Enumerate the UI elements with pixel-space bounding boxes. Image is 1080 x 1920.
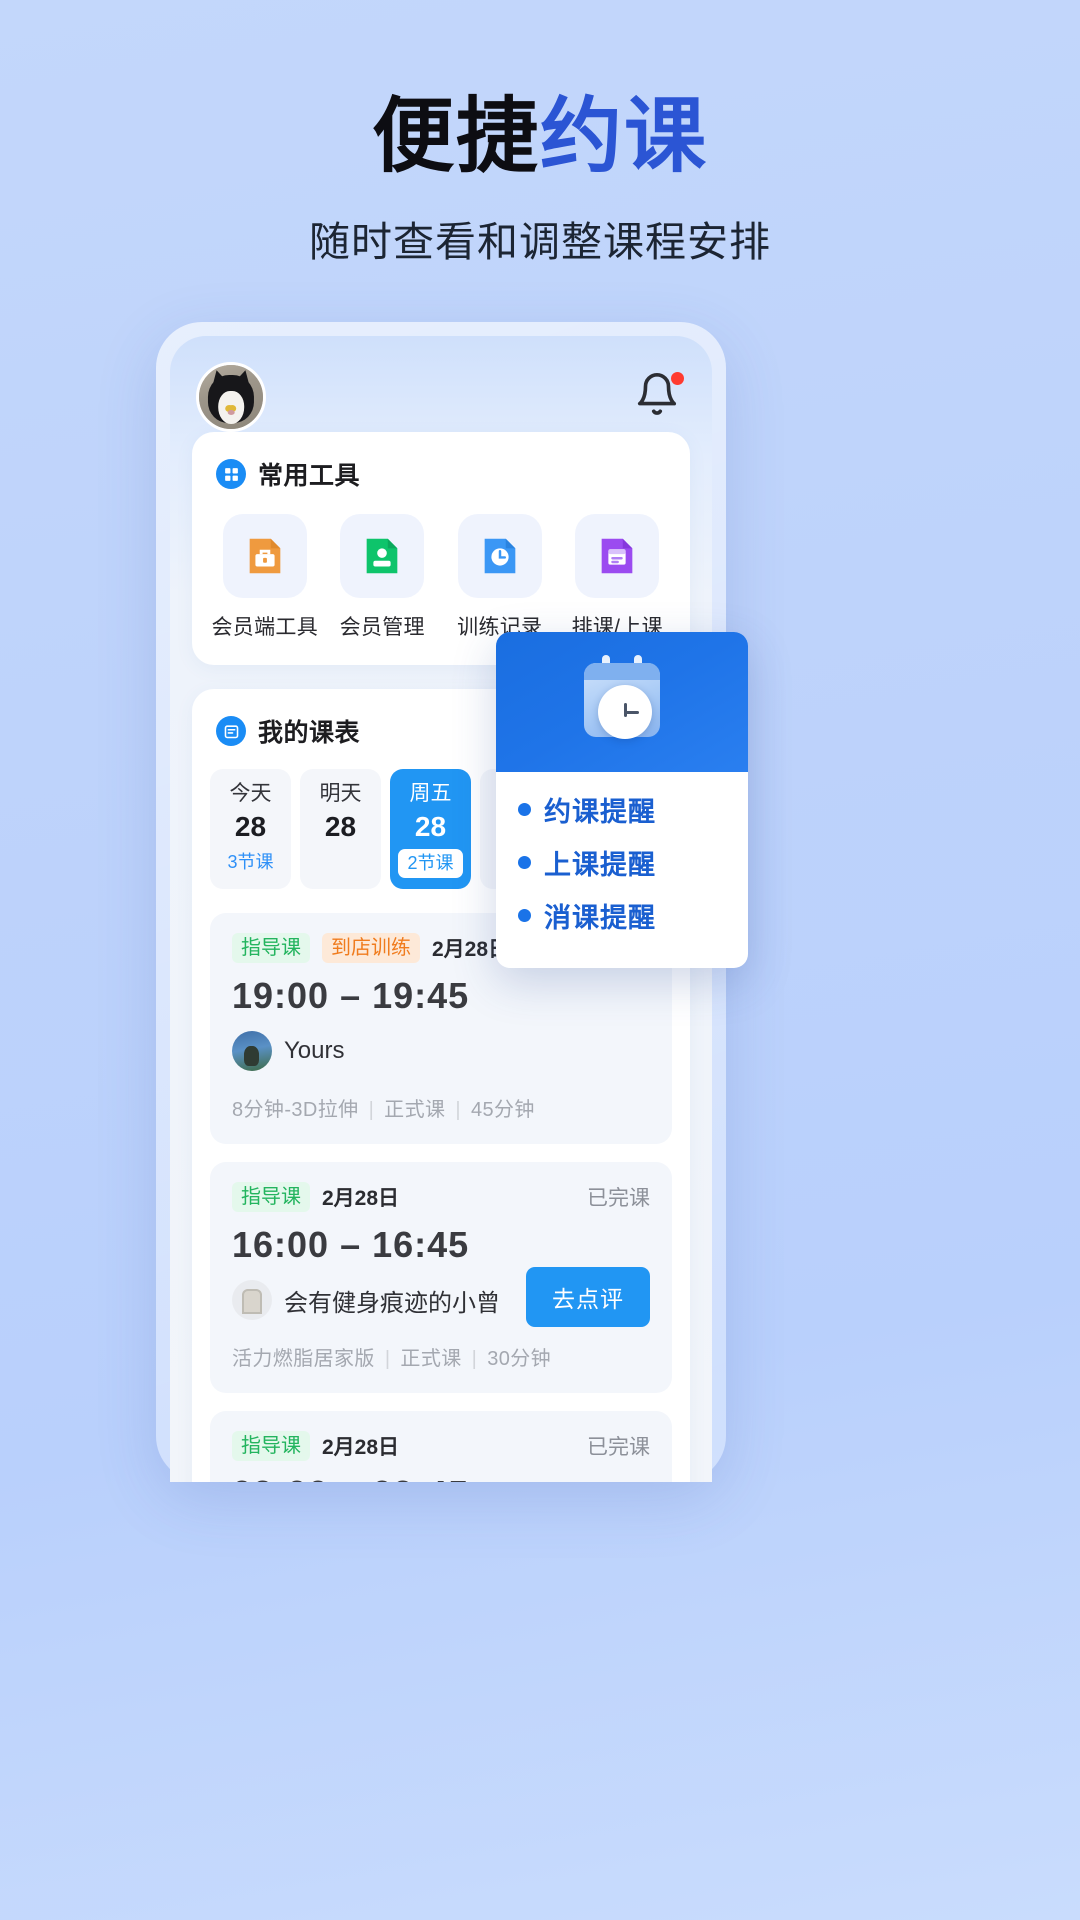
clock-hand-minute bbox=[625, 711, 639, 714]
lesson-course-name: 活力燃脂居家版 bbox=[232, 1348, 375, 1371]
lesson-duration: 45分钟 bbox=[470, 1099, 535, 1122]
coach-avatar bbox=[232, 1280, 272, 1321]
bullet-dot-icon bbox=[518, 803, 531, 816]
page-subtitle: 随时查看和调整课程安排 bbox=[309, 219, 771, 265]
schedule-card-title: 我的课表 bbox=[258, 719, 361, 747]
date-tab-today[interactable]: 今天 28 3节课 bbox=[210, 769, 291, 890]
coach-avatar bbox=[232, 1031, 272, 1072]
date-tab-weekday: 今天 bbox=[229, 782, 272, 805]
lesson-badge-mode: 到店训练 bbox=[322, 933, 420, 964]
promo-header bbox=[496, 632, 748, 772]
page-title-accent: 约课 bbox=[540, 91, 709, 182]
lesson-header: 指导课 2月28日 已完课 bbox=[232, 1431, 650, 1462]
tool-tile bbox=[457, 514, 542, 598]
date-tab-day: 28 bbox=[234, 811, 267, 843]
lesson-course-name: 8分钟-3D拉伸 bbox=[232, 1099, 359, 1122]
lesson-coach: Yours bbox=[232, 1031, 650, 1072]
tool-item-training-record[interactable]: 训练记录 bbox=[441, 514, 559, 641]
lesson-duration: 30分钟 bbox=[487, 1348, 552, 1371]
member-card-icon bbox=[366, 538, 398, 574]
lesson-course-type: 正式课 bbox=[384, 1099, 446, 1122]
notification-bell-icon[interactable] bbox=[634, 371, 686, 423]
page-title: 便捷约课 bbox=[0, 96, 1080, 178]
promo-item-label: 消课提醒 bbox=[544, 903, 656, 933]
cat-face bbox=[218, 390, 244, 424]
lesson-header: 指导课 2月28日 已完课 bbox=[232, 1182, 650, 1213]
coach-name: 会有健身痕迹的小曾 bbox=[284, 1289, 500, 1317]
meta-separator: | bbox=[384, 1348, 391, 1371]
notification-badge-dot bbox=[671, 372, 684, 385]
tool-item-member-client[interactable]: 会员端工具 bbox=[206, 514, 324, 641]
tool-tile bbox=[575, 514, 660, 598]
cat-nose bbox=[227, 409, 235, 415]
grid-apps-icon bbox=[216, 459, 246, 489]
lesson-time: 09:00 – 09:45 bbox=[232, 1473, 650, 1482]
bullet-dot-icon bbox=[518, 856, 531, 869]
promo-item-cancel-reminder: 消课提醒 bbox=[518, 896, 748, 935]
tool-tile bbox=[340, 514, 425, 598]
coach-name: Yours bbox=[284, 1037, 345, 1065]
lesson-date: 2月28日 bbox=[322, 1187, 400, 1211]
go-review-button[interactable]: 去点评 bbox=[526, 1267, 650, 1328]
promo-popup: 约课提醒 上课提醒 消课提醒 bbox=[496, 632, 748, 968]
lesson-badge-type: 指导课 bbox=[232, 1182, 310, 1213]
date-tab-weekday: 明天 bbox=[319, 782, 362, 805]
tool-label: 会员管理 bbox=[339, 616, 425, 639]
date-tab-tomorrow[interactable]: 明天 28 bbox=[300, 769, 381, 890]
date-tab-friday[interactable]: 周五 28 2节课 bbox=[390, 769, 471, 890]
tool-item-class-schedule[interactable]: 排课/上课 bbox=[559, 514, 677, 641]
date-tab-count: 2节课 bbox=[398, 849, 463, 879]
promo-item-booking-reminder: 约课提醒 bbox=[518, 790, 748, 829]
avatar[interactable] bbox=[196, 362, 266, 432]
date-tab-day: 28 bbox=[324, 811, 357, 843]
date-tab-weekday: 周五 bbox=[409, 782, 452, 805]
lesson-meta: 8分钟-3D拉伸 | 正式课 | 45分钟 bbox=[232, 1093, 650, 1122]
app-bar bbox=[170, 336, 712, 432]
lesson-card[interactable]: 指导课 2月28日 已完课 16:00 – 16:45 会有健身痕迹的小曾 活力… bbox=[210, 1162, 672, 1394]
clock-doc-icon bbox=[484, 538, 516, 574]
calendar-list-icon bbox=[216, 716, 246, 746]
hero-section: 便捷约课 随时查看和调整课程安排 bbox=[0, 0, 1080, 268]
meta-separator: | bbox=[368, 1099, 375, 1122]
lesson-badge-type: 指导课 bbox=[232, 933, 310, 964]
lesson-date: 2月28日 bbox=[322, 1436, 400, 1460]
promo-item-label: 上课提醒 bbox=[544, 850, 656, 880]
calendar-strip bbox=[584, 663, 660, 680]
date-tab-count: 3节课 bbox=[227, 852, 274, 873]
promo-item-class-reminder: 上课提醒 bbox=[518, 843, 748, 882]
tools-card: 常用工具 会员端工具 会员管理 训练记录 排课/上课 bbox=[192, 432, 690, 665]
tools-card-title: 常用工具 bbox=[258, 462, 361, 490]
lesson-status: 已完课 bbox=[587, 1436, 650, 1460]
tools-card-header: 常用工具 bbox=[192, 432, 690, 498]
bullet-dot-icon bbox=[518, 909, 531, 922]
page-title-dark: 便捷 bbox=[371, 91, 540, 182]
lesson-badge-type: 指导课 bbox=[232, 1431, 310, 1462]
lesson-meta: 活力燃脂居家版 | 正式课 | 30分钟 bbox=[232, 1342, 650, 1371]
briefcase-doc-icon bbox=[249, 538, 281, 574]
clock-hand-hour bbox=[624, 703, 627, 717]
date-tab-day: 28 bbox=[414, 811, 447, 843]
lesson-status: 已完课 bbox=[587, 1187, 650, 1211]
lesson-course-type: 正式课 bbox=[400, 1348, 462, 1371]
calendar-clock-icon bbox=[576, 655, 668, 745]
meta-separator: | bbox=[471, 1348, 478, 1371]
promo-item-label: 约课提醒 bbox=[544, 797, 656, 827]
lesson-time: 16:00 – 16:45 bbox=[232, 1224, 470, 1266]
tool-tile bbox=[222, 514, 307, 598]
lesson-card[interactable]: 指导课 2月28日 已完课 09:00 – 09:45 奔跑的大海 活力燃脂居家… bbox=[210, 1411, 672, 1482]
tool-label: 会员端工具 bbox=[211, 616, 318, 639]
promo-feature-list: 约课提醒 上课提醒 消课提醒 bbox=[496, 772, 748, 935]
meta-separator: | bbox=[455, 1099, 461, 1122]
schedule-doc-icon bbox=[601, 538, 633, 574]
tool-item-member-management[interactable]: 会员管理 bbox=[324, 514, 442, 641]
lesson-time: 19:00 – 19:45 bbox=[232, 975, 470, 1017]
